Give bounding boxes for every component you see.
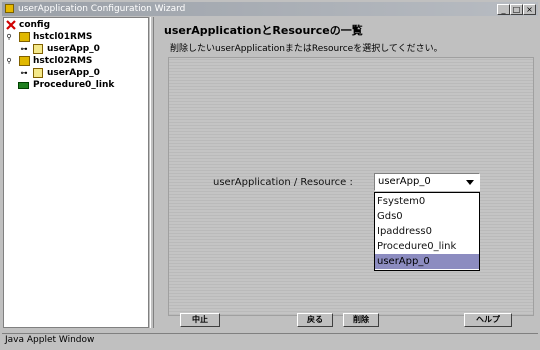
help-button[interactable]: ヘルプ bbox=[464, 313, 512, 327]
resource-dropdown-list: Fsystem0 Gds0 Ipaddress0 Procedure0_link… bbox=[374, 192, 480, 271]
main-panel: userApplicationとResourceの一覧 削除したいuserApp… bbox=[156, 17, 538, 328]
key-connector-icon: ⊶ bbox=[20, 69, 28, 77]
tree-node-hstcl01rms[interactable]: ⚲ hstcl01RMS bbox=[5, 31, 135, 43]
userapp-icon bbox=[33, 44, 43, 54]
procedure-link-icon bbox=[18, 82, 29, 89]
app-icon bbox=[5, 4, 14, 13]
tree-label-hstcl02rms: hstcl02RMS bbox=[33, 56, 93, 66]
tree-root-config[interactable]: config bbox=[6, 19, 126, 31]
folder-icon bbox=[19, 56, 30, 66]
maximize-button[interactable]: □ bbox=[510, 4, 523, 15]
tree-label-userapp-0-b: userApp_0 bbox=[47, 68, 100, 78]
dropdown-option[interactable]: Fsystem0 bbox=[375, 194, 479, 209]
tree-label-config: config bbox=[19, 20, 51, 30]
tree-label-hstcl01rms: hstcl01RMS bbox=[33, 32, 93, 42]
tree-node-userapp-0-b[interactable]: ⊶ userApp_0 bbox=[20, 67, 140, 79]
close-button[interactable]: × bbox=[523, 4, 536, 15]
collapse-icon[interactable]: ⚲ bbox=[5, 33, 13, 41]
title-bar[interactable]: userApplication Configuration Wizard _ □… bbox=[2, 2, 538, 16]
window-title: userApplication Configuration Wizard bbox=[18, 4, 186, 14]
userapp-icon bbox=[33, 68, 43, 78]
dropdown-option[interactable]: Ipaddress0 bbox=[375, 224, 479, 239]
page-title: userApplicationとResourceの一覧 bbox=[164, 24, 363, 37]
chevron-down-icon[interactable] bbox=[466, 180, 474, 185]
collapse-icon[interactable]: ⚲ bbox=[5, 57, 13, 65]
dropdown-option[interactable]: Gds0 bbox=[375, 209, 479, 224]
minimize-button[interactable]: _ bbox=[497, 4, 510, 15]
tree-node-userapp-0-a[interactable]: ⊶ userApp_0 bbox=[20, 43, 140, 55]
key-connector-icon: ⊶ bbox=[20, 45, 28, 53]
resource-select[interactable]: userApp_0 bbox=[374, 173, 480, 191]
config-icon bbox=[6, 20, 16, 30]
tree-label-userapp-0-a: userApp_0 bbox=[47, 44, 100, 54]
delete-button[interactable]: 削除 bbox=[343, 313, 379, 327]
splitter[interactable] bbox=[150, 17, 154, 328]
resource-select-value: userApp_0 bbox=[378, 176, 431, 187]
dropdown-option-selected[interactable]: userApp_0 bbox=[375, 254, 479, 269]
tree-node-procedure0-link[interactable]: Procedure0_link bbox=[18, 79, 138, 91]
dropdown-option[interactable]: Procedure0_link bbox=[375, 239, 479, 254]
folder-icon bbox=[19, 32, 30, 42]
tree-node-hstcl02rms[interactable]: ⚲ hstcl02RMS bbox=[5, 55, 135, 67]
config-tree: config ⚲ hstcl01RMS ⊶ userApp_0 ⚲ hstcl0… bbox=[3, 17, 149, 328]
resource-field-label: userApplication / Resource : bbox=[213, 177, 353, 188]
status-bar: Java Applet Window bbox=[2, 333, 538, 348]
tree-label-procedure0-link: Procedure0_link bbox=[33, 80, 115, 90]
instruction-text: 削除したいuserApplicationまたはResourceを選択してください… bbox=[170, 44, 443, 54]
wizard-window: userApplication Configuration Wizard _ □… bbox=[0, 0, 540, 350]
abort-button[interactable]: 中止 bbox=[180, 313, 220, 327]
back-button[interactable]: 戻る bbox=[297, 313, 333, 327]
